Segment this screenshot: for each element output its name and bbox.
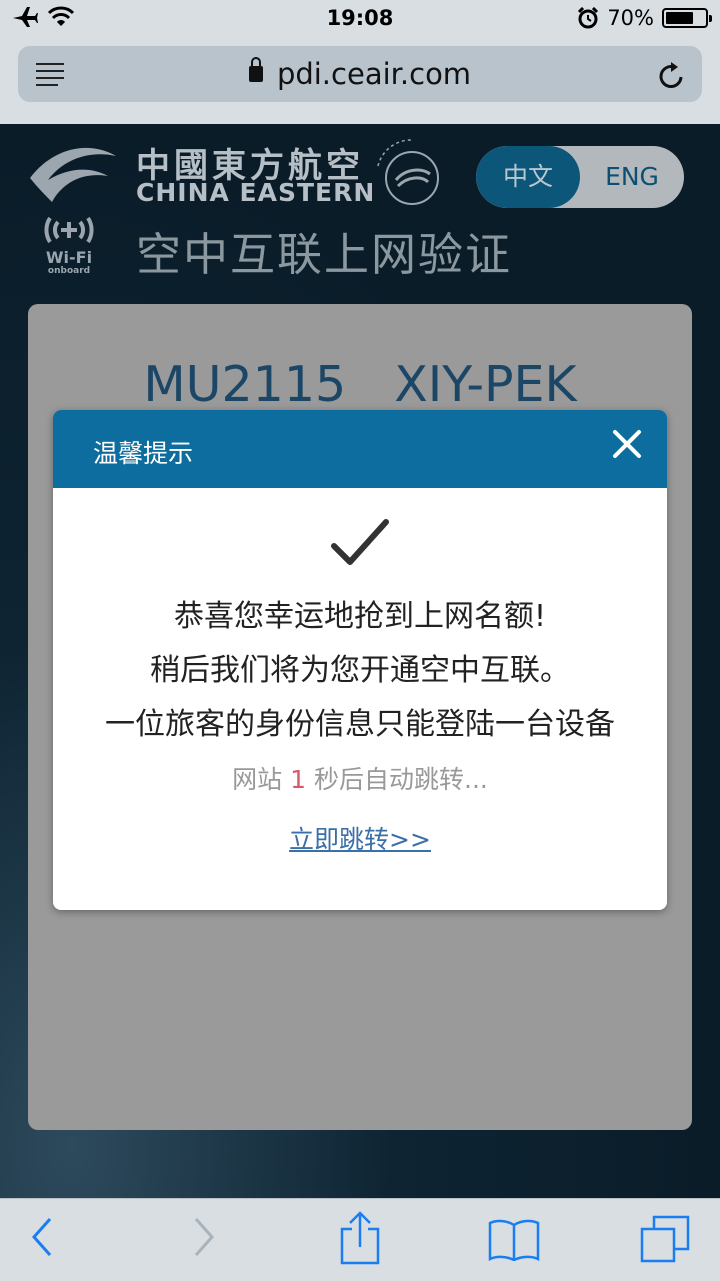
redirect-now-link[interactable]: 立即跳转>> [53, 820, 667, 856]
page-title: 空中互联上网验证 [136, 228, 513, 281]
language-toggle[interactable]: 中文 ENG [476, 146, 684, 208]
modal-message: 恭喜您幸运地抢到上网名额! 稍后我们将为您开通空中互联。 一位旅客的身份信息只能… [53, 590, 667, 752]
notice-modal: 温馨提示 恭喜您幸运地抢到上网名额! 稍后我们将为您开通空中互联。 一位旅客的身… [53, 410, 667, 910]
wifi-label: Wi-Fi [45, 248, 93, 267]
tabs-icon[interactable] [640, 1215, 690, 1263]
flight-number: MU2115 [143, 356, 347, 413]
brand-name-en: CHINA EASTERN [136, 178, 376, 207]
redirect-countdown: 网站 1 秒后自动跳转... [53, 760, 667, 796]
message-line-1: 恭喜您幸运地抢到上网名额! [173, 599, 547, 634]
checkmark-icon [53, 518, 667, 574]
reload-icon[interactable] [658, 60, 686, 90]
browser-chrome: pdi.ceair.com [0, 40, 720, 124]
bookmarks-icon[interactable] [488, 1219, 540, 1261]
modal-title: 温馨提示 [93, 439, 194, 468]
back-icon[interactable] [30, 1217, 54, 1257]
lock-icon [248, 57, 263, 82]
lang-option-en[interactable]: ENG [580, 146, 684, 208]
close-icon[interactable] [609, 426, 645, 462]
china-eastern-logo-icon [30, 147, 116, 202]
url-field[interactable]: pdi.ceair.com [18, 57, 702, 91]
status-bar: 19:08 70% [0, 0, 720, 40]
forward-icon[interactable] [192, 1217, 216, 1257]
battery-icon [662, 8, 712, 28]
wifi-signal-icon [44, 216, 94, 244]
address-bar[interactable]: pdi.ceair.com [18, 46, 702, 102]
countdown-prefix: 网站 [232, 765, 283, 794]
battery-percent: 70% [607, 6, 654, 30]
url-text: pdi.ceair.com [276, 57, 472, 91]
skyteam-logo-icon [377, 139, 439, 205]
message-line-2: 稍后我们将为您开通空中互联。 [150, 653, 570, 688]
lang-option-cn[interactable]: 中文 [476, 146, 580, 208]
countdown-number: 1 [290, 765, 307, 794]
browser-toolbar [0, 1198, 720, 1281]
message-line-3: 一位旅客的身份信息只能登陆一台设备 [105, 707, 615, 742]
countdown-suffix: 秒后自动跳转... [314, 765, 488, 794]
wifi-sublabel: onboard [47, 266, 91, 276]
share-icon[interactable] [340, 1211, 380, 1265]
flight-route: XIY-PEK [394, 356, 577, 413]
modal-header: 温馨提示 [53, 410, 667, 488]
wifi-onboard-badge: Wi-Fi onboard [36, 212, 102, 276]
flight-info: MU2115 XIY-PEK [28, 356, 692, 413]
alarm-icon [578, 7, 599, 29]
